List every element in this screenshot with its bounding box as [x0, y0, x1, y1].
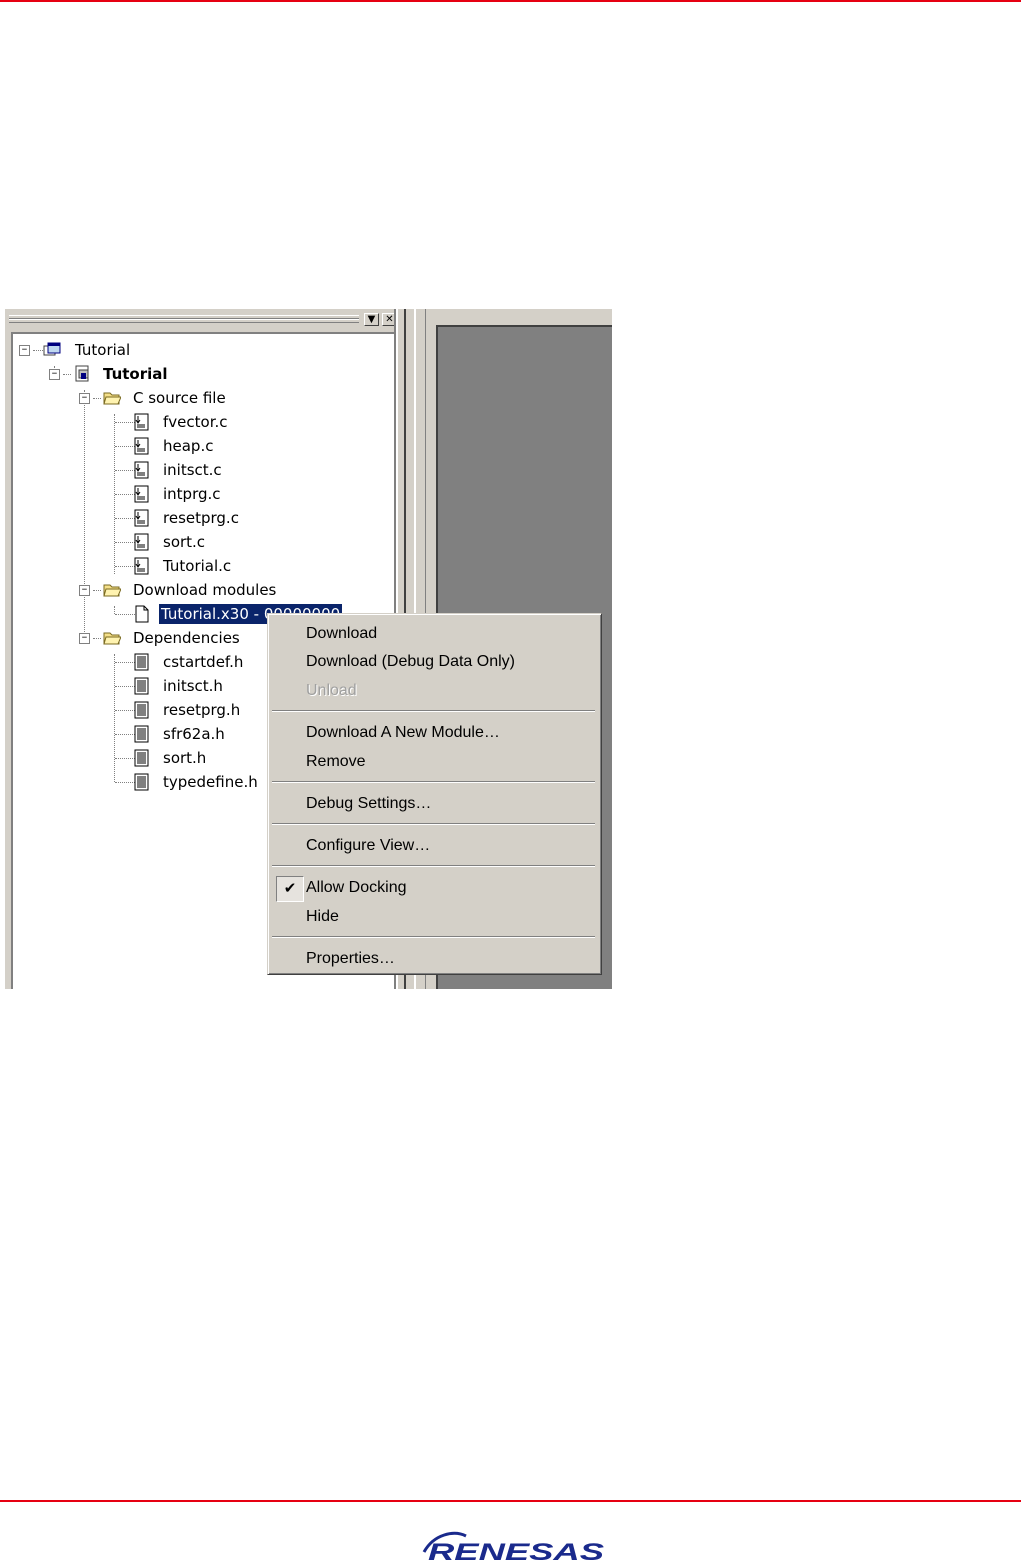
tree-node-folder-c-source[interactable]: − C source file	[13, 388, 313, 408]
header-file-icon	[134, 749, 149, 767]
tree-label: initsct.c	[163, 461, 222, 479]
menu-separator	[272, 936, 595, 938]
tree-node-file[interactable]: intprg.c	[13, 484, 313, 504]
pane-grip[interactable]	[9, 319, 359, 323]
menu-separator	[272, 823, 595, 825]
header-file-icon	[134, 653, 149, 671]
checkmark-icon: ✔	[276, 876, 304, 902]
tree-node-file[interactable]: fvector.c	[13, 412, 313, 432]
header-file-icon	[134, 677, 149, 695]
menu-item-download[interactable]: Download	[271, 621, 598, 647]
tree-node-file[interactable]: Tutorial.c	[13, 556, 313, 576]
menu-item-configure-view[interactable]: Configure View…	[271, 833, 598, 859]
tree-node-project[interactable]: − Tutorial	[13, 364, 313, 384]
menu-item-download-new-module[interactable]: Download A New Module…	[271, 720, 598, 746]
tree-node-file[interactable]: sort.c	[13, 532, 313, 552]
tree-label: sort.h	[163, 749, 207, 767]
menu-separator	[272, 781, 595, 783]
tree-node-file[interactable]: initsct.c	[13, 460, 313, 480]
header-file-icon	[134, 773, 149, 791]
open-folder-icon	[103, 632, 121, 645]
menu-item-allow-docking[interactable]: ✔ Allow Docking	[271, 875, 598, 902]
tree-label: typedefine.h	[163, 773, 258, 791]
header-file-icon	[134, 725, 149, 743]
tree-node-workspace[interactable]: − Tutorial	[13, 340, 313, 360]
menu-item-unload: Unload	[306, 682, 357, 699]
tree-label: sfr62a.h	[163, 725, 225, 743]
svg-text:RENESAS: RENESAS	[428, 1539, 604, 1564]
context-menu: Download Download (Debug Data Only) Unlo…	[267, 613, 602, 975]
collapse-icon[interactable]: −	[79, 585, 90, 596]
tree-label: Tutorial.c	[163, 557, 232, 575]
tree-label: C source file	[133, 389, 226, 407]
tree-label: sort.c	[163, 533, 206, 551]
menu-separator	[272, 710, 595, 712]
collapse-icon[interactable]: −	[49, 369, 60, 380]
open-folder-icon	[103, 584, 121, 597]
tree-label: Dependencies	[133, 629, 240, 647]
c-file-icon	[134, 437, 149, 455]
c-file-icon	[134, 485, 149, 503]
c-file-icon	[134, 413, 149, 431]
tree-label: intprg.c	[163, 485, 221, 503]
collapse-icon[interactable]: −	[19, 345, 30, 356]
collapse-icon[interactable]: −	[79, 633, 90, 644]
menu-item-properties[interactable]: Properties…	[271, 946, 598, 972]
tree-label: resetprg.c	[163, 509, 239, 527]
header-rule	[0, 0, 1021, 2]
tree-label: fvector.c	[163, 413, 228, 431]
menu-item-debug-settings[interactable]: Debug Settings…	[271, 791, 598, 817]
blank-file-icon	[135, 605, 149, 623]
c-file-icon	[134, 509, 149, 527]
footer-rule	[0, 1500, 1021, 1502]
tree-label: initsct.h	[163, 677, 223, 695]
renesas-logo: RENESAS	[422, 1531, 604, 1564]
open-folder-icon	[103, 392, 121, 405]
workspace-icon	[43, 342, 61, 356]
tree-node-file[interactable]: resetprg.c	[13, 508, 313, 528]
project-icon	[75, 365, 89, 382]
c-file-icon	[134, 461, 149, 479]
pane-menu-button[interactable]: ▼	[364, 313, 379, 326]
tree-label: Tutorial	[75, 341, 131, 359]
header-file-icon	[134, 701, 149, 719]
tree-node-folder-download-modules[interactable]: − Download modules	[13, 580, 313, 600]
tree-label: cstartdef.h	[163, 653, 244, 671]
tree-label: Download modules	[133, 581, 277, 599]
menu-item-remove[interactable]: Remove	[271, 749, 598, 775]
c-file-icon	[134, 557, 149, 575]
menu-separator	[272, 865, 595, 867]
menu-item-hide[interactable]: Hide	[271, 904, 598, 930]
collapse-icon[interactable]: −	[79, 393, 90, 404]
tree-label: Tutorial	[103, 365, 168, 383]
tree-label: heap.c	[163, 437, 214, 455]
tree-node-file[interactable]: heap.c	[13, 436, 313, 456]
menu-item-download-debug-data-only[interactable]: Download (Debug Data Only)	[271, 649, 598, 675]
c-file-icon	[134, 533, 149, 551]
tree-label: resetprg.h	[163, 701, 241, 719]
